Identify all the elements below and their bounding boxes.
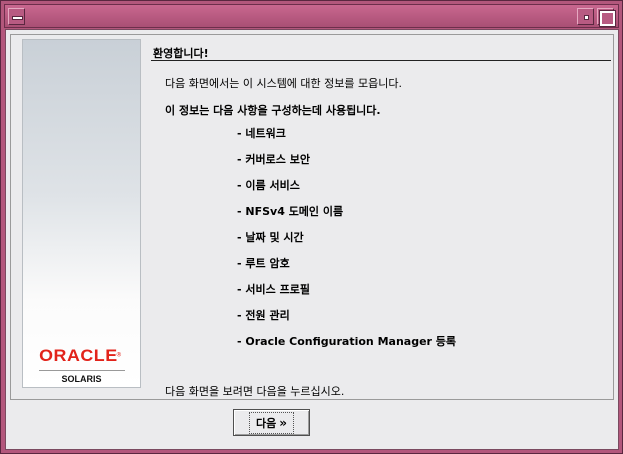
oracle-logo-text: ORACLE [39,346,118,365]
intro-line-2: 이 정보는 다음 사항을 구성하는데 사용됩니다. [165,104,381,117]
maximize-icon[interactable] [597,8,616,27]
next-button[interactable]: 다음 » [233,409,310,436]
list-item: - 전원 관리 [237,309,290,322]
page-title: 환영합니다! [153,47,209,60]
button-bar: 다음 » [10,400,614,446]
list-item: - 이름 서비스 [237,179,300,192]
solaris-label: SOLARIS [61,374,102,384]
list-item: - 네트워크 [237,127,286,140]
dialog-content: ORACLE® SOLARIS 환영합니다! 다음 화면에서는 이 시스템에 대… [5,29,619,450]
installer-window: ORACLE® SOLARIS 환영합니다! 다음 화면에서는 이 시스템에 대… [0,0,623,454]
list-item: - NFSv4 도메인 이름 [237,205,344,218]
minimize-icon[interactable] [577,8,594,25]
next-button-focus: 다음 » [248,411,294,434]
title-bar[interactable] [4,4,619,28]
list-item: - Oracle Configuration Manager 등록 [237,335,457,348]
oracle-solaris-logo: ORACLE® SOLARIS [23,346,140,384]
list-item: - 날짜 및 시간 [237,231,304,244]
list-item: - 루트 암호 [237,257,290,270]
list-item: - 커버로스 보안 [237,153,310,166]
next-hint-text: 다음 화면을 보려면 다음을 누르십시오. [165,385,345,398]
page-header: 환영합니다! [151,44,611,61]
window-menu-icon[interactable] [8,8,25,25]
double-chevron-right-icon: » [279,415,287,430]
intro-line-1: 다음 화면에서는 이 시스템에 대한 정보를 모읍니다. [165,77,402,90]
content-panel: ORACLE® SOLARIS 환영합니다! 다음 화면에서는 이 시스템에 대… [10,34,614,400]
list-item: - 서비스 프로필 [237,283,310,296]
next-button-label: 다음 [255,416,277,430]
sidebar-banner: ORACLE® SOLARIS [22,39,141,388]
logo-divider [38,370,125,371]
